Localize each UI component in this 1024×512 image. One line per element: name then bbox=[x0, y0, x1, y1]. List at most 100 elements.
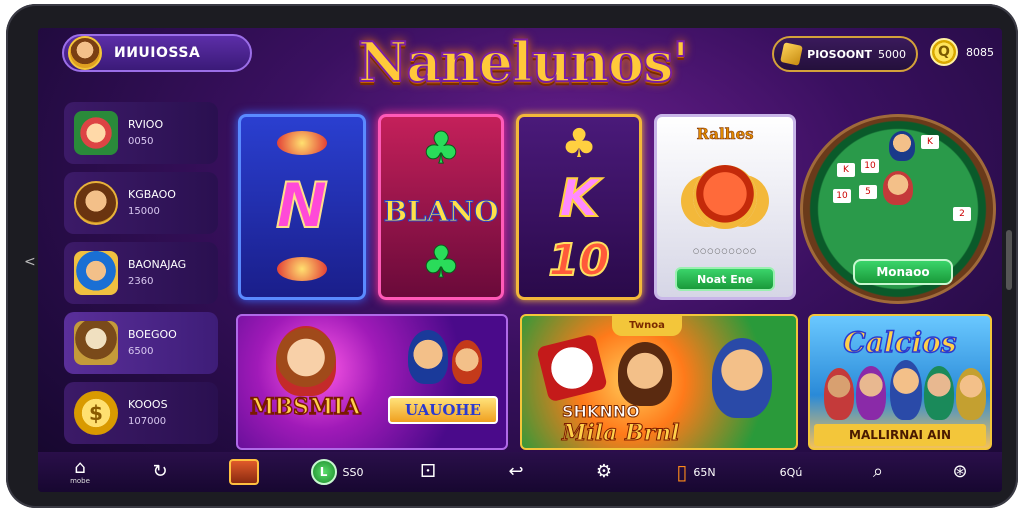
character-icon bbox=[890, 360, 922, 420]
mini-card: K bbox=[921, 135, 939, 149]
return-icon: ↩ bbox=[508, 461, 524, 482]
dice-icon bbox=[536, 333, 608, 403]
dice-icon: ⚀ bbox=[420, 461, 436, 482]
banner-bottom-label: MALLIRNAI AIN bbox=[814, 424, 986, 446]
bottom-nav: ⌂ mobe ↻ L SS0 ⚀ ↩ ⚙ ▯ 65N 6Qú ⌕ ⊛ bbox=[38, 452, 1002, 492]
settings-circle-icon: ⊛ bbox=[952, 461, 968, 482]
token-icon: L bbox=[310, 459, 337, 485]
promo-banner-1[interactable]: MBSMIA UAUOHE bbox=[236, 314, 508, 450]
character-icon bbox=[856, 366, 886, 420]
nav-item-chest[interactable] bbox=[224, 452, 264, 492]
nav-home[interactable]: ⌂ mobe bbox=[60, 452, 100, 492]
profile-name: ИИUIОSSА bbox=[114, 45, 201, 61]
nav-item-3[interactable]: L SS0 bbox=[302, 452, 372, 492]
dealer-icon bbox=[889, 131, 915, 161]
sidebar-item-sub: 0050 bbox=[128, 136, 154, 147]
mini-card: 10 bbox=[833, 189, 851, 203]
currency-pill[interactable]: PIOSOONT 5000 bbox=[772, 36, 918, 72]
avatar[interactable] bbox=[68, 36, 102, 70]
character-icon bbox=[618, 342, 672, 406]
home-icon: ⌂ bbox=[74, 457, 86, 478]
banner-title: Calcios bbox=[843, 325, 958, 360]
banner-top-label: Twnoa bbox=[612, 316, 682, 336]
roulette-card[interactable]: K 10 10 5 K 2 Monaoo bbox=[798, 114, 996, 304]
character-icon bbox=[74, 251, 118, 295]
sidebar-item-sub: 2360 bbox=[128, 276, 154, 287]
nav-item-6[interactable]: ⚙ bbox=[586, 452, 622, 492]
promo-banner-3[interactable]: Calcios MALLIRNAI AIN bbox=[808, 314, 992, 450]
card-text: BLANO bbox=[383, 195, 499, 229]
game-card-2[interactable]: ♣ BLANO ♣ bbox=[378, 114, 504, 300]
treasure-chest-icon bbox=[229, 459, 259, 485]
game-lobby-screen: ИИUIОSSА Nanelunos' PIOSOONT 5000 Q 8085… bbox=[38, 28, 1002, 492]
side-button[interactable] bbox=[1006, 230, 1012, 290]
banner-title: MBSMIA bbox=[249, 393, 361, 421]
side-back-icon[interactable]: < bbox=[24, 254, 36, 270]
nav-item-4[interactable]: ⚀ bbox=[410, 452, 446, 492]
card-subtitle: ○○○○○○○○○ bbox=[693, 247, 757, 255]
character-icon bbox=[824, 368, 854, 420]
sidebar-item-sub: 15000 bbox=[128, 206, 160, 217]
coin-stat[interactable]: Q 8085 bbox=[930, 38, 994, 66]
mini-card: K bbox=[837, 163, 855, 177]
sidebar-item-3[interactable]: BAONAJAG 2360 bbox=[64, 242, 218, 304]
game-logo: Nanelunos' bbox=[357, 29, 690, 95]
game-card-3[interactable]: ♣ K 10 bbox=[516, 114, 642, 300]
coin-icon: Q bbox=[930, 38, 958, 66]
sidebar-item-4[interactable]: BOEGOO 6500 bbox=[64, 312, 218, 374]
banner-subtitle: Mila Brnl bbox=[562, 420, 681, 447]
mini-card: 10 bbox=[861, 159, 879, 173]
character-icon bbox=[956, 368, 986, 420]
game-card-4[interactable]: Ralhes ○○○○○○○○○ Noat Ene bbox=[654, 114, 796, 300]
clover-icon: ♣ bbox=[421, 237, 461, 289]
sidebar-item-sub: 6500 bbox=[128, 346, 154, 357]
currency-value: 5000 bbox=[878, 47, 906, 61]
sidebar-item-1[interactable]: RVIOO 0050 bbox=[64, 102, 218, 164]
coins-value: 8085 bbox=[966, 45, 994, 59]
card-symbol: K bbox=[558, 168, 600, 230]
character-icon bbox=[74, 111, 118, 155]
play-button[interactable]: Monaoo bbox=[853, 259, 953, 285]
coin-icon: $ bbox=[74, 391, 118, 435]
roulette-table-icon: K 10 10 5 K 2 Monaoo bbox=[800, 114, 996, 304]
nav-item-8[interactable]: 6Qú bbox=[766, 452, 816, 492]
banner-tag: UAUOHE bbox=[388, 396, 498, 424]
promo-banner-2[interactable]: Twnoa SHKNNO Mila Brnl bbox=[520, 314, 798, 450]
nav-item-3-value: SS0 bbox=[342, 465, 364, 479]
nav-item-7[interactable]: ▯ 65N bbox=[666, 452, 726, 492]
search-icon: ⌕ bbox=[872, 461, 884, 482]
tablet-frame: < ИИUIОSSА Nanelunos' PIOSOONT 5000 Q 80… bbox=[6, 4, 1018, 508]
character-icon bbox=[74, 181, 118, 225]
sidebar: RVIOO 0050 KGBAOO 15000 BAONAJAG 2360 BOEGO… bbox=[64, 102, 218, 452]
game-card-1[interactable]: N bbox=[238, 114, 366, 300]
nav-item-9[interactable]: ⌕ bbox=[860, 452, 896, 492]
profile-pill[interactable]: ИИUIОSSА bbox=[62, 34, 252, 72]
refresh-icon: ↻ bbox=[152, 461, 168, 482]
player-icon bbox=[883, 171, 913, 205]
nav-item-2[interactable]: ↻ bbox=[142, 452, 178, 492]
nav-item-5[interactable]: ↩ bbox=[498, 452, 534, 492]
character-icon bbox=[452, 340, 482, 384]
gem-icon bbox=[780, 42, 804, 66]
sidebar-item-title: BAONAJAG bbox=[128, 258, 187, 271]
character-icon bbox=[712, 338, 772, 418]
nav-item-7-value: 65N bbox=[693, 465, 716, 479]
character-icon bbox=[924, 366, 954, 420]
sidebar-item-title: KOOOS bbox=[128, 398, 168, 411]
chip-icon bbox=[277, 257, 327, 281]
sidebar-item-title: BOEGOO bbox=[128, 328, 177, 341]
building-icon bbox=[74, 321, 118, 365]
chip-icon bbox=[277, 131, 327, 155]
sidebar-item-5[interactable]: $ KOOOS 107000 bbox=[64, 382, 218, 444]
card-title: Ralhes bbox=[696, 125, 754, 144]
play-button[interactable]: Noat Ene bbox=[675, 267, 775, 291]
character-icon bbox=[408, 330, 448, 384]
card-number: 10 bbox=[547, 234, 610, 287]
nav-home-label: mobe bbox=[70, 477, 90, 485]
nav-item-10[interactable]: ⊛ bbox=[942, 452, 978, 492]
sidebar-item-2[interactable]: KGBAOO 15000 bbox=[64, 172, 218, 234]
nav-item-8-value: 6Qú bbox=[779, 465, 803, 479]
character-icon bbox=[276, 326, 336, 396]
sidebar-item-title: RVIOO bbox=[128, 118, 164, 131]
phone-icon: ▯ bbox=[676, 460, 688, 484]
